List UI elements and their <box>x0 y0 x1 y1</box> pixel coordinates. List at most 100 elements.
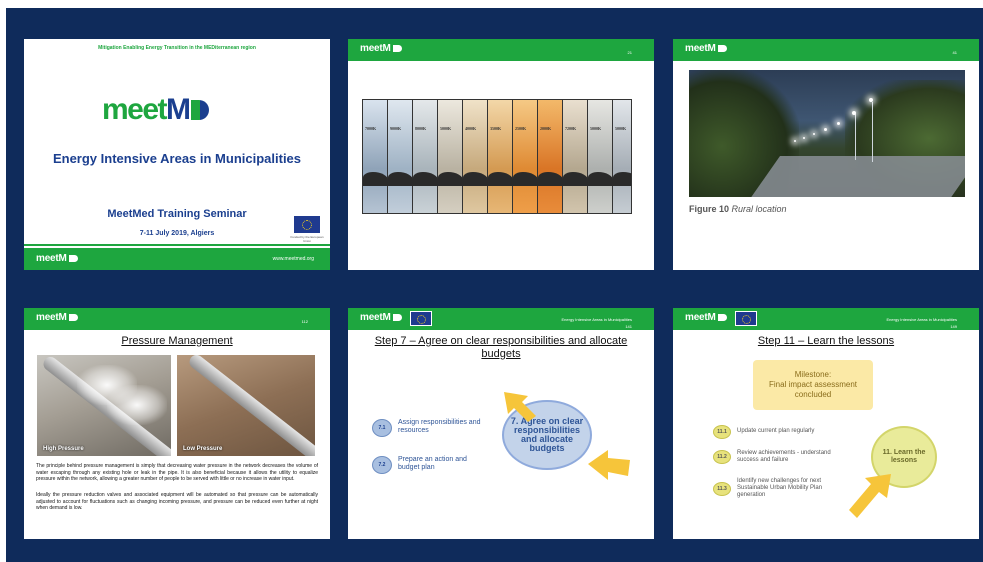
header-logo: meetM <box>360 312 402 323</box>
page-number: 141 <box>625 324 632 329</box>
step-text: Identify new challenges for next Sustain… <box>737 478 823 498</box>
logo-mark-icon <box>717 44 727 52</box>
step-number-badge: 7.2 <box>372 456 392 474</box>
slide1-footer-bar: meetM www.meetmed.org <box>24 248 330 270</box>
street-lamp-icon <box>869 98 873 102</box>
street-lamp-icon <box>852 111 856 115</box>
milestone-box: Milestone: Final impact assessment concl… <box>753 360 873 410</box>
slide-thumbnail-5[interactable]: meetM Energy Intensive Areas in Municipa… <box>348 308 654 539</box>
arrow-left-icon <box>588 450 630 480</box>
strip-label: 9000K <box>390 126 402 131</box>
eu-flag-icon <box>410 311 432 326</box>
temperature-strip: 7000K <box>363 100 388 213</box>
temperature-strip: 2500K <box>513 100 538 213</box>
step-text: Update current plan regularly <box>737 428 815 434</box>
temperature-strip: 7200K <box>563 100 588 213</box>
arrow-up-right-icon <box>849 474 891 518</box>
slide-thumbnail-1[interactable]: Mitigation Enabling Energy Transition in… <box>24 39 330 270</box>
figure-number: Figure 10 <box>689 204 730 214</box>
photo-label: High Pressure <box>43 446 84 452</box>
header-logo: meetM <box>360 43 402 54</box>
logo-mark-icon <box>68 254 78 262</box>
logo-mark-icon <box>717 313 727 321</box>
step-number-badge: 11.1 <box>713 425 731 439</box>
logo-text-b: M <box>166 93 191 126</box>
header-subtitle: Energy Intensive Areas in Municipalities <box>886 317 957 322</box>
high-pressure-photo: High Pressure <box>37 355 171 456</box>
street-lamp-icon <box>803 137 805 139</box>
temperature-strip: 9000K <box>388 100 413 213</box>
water-spray <box>107 385 167 425</box>
street-lamp-icon <box>824 128 827 131</box>
eu-caption: Funded by the European Union <box>290 235 324 243</box>
strip-label: 5000K <box>440 126 452 131</box>
step-text: Prepare an action and budget plan <box>398 456 467 471</box>
header-logo-text: meetM <box>360 312 391 323</box>
rural-road-photo <box>689 70 965 197</box>
page-number: 149 <box>950 324 957 329</box>
slide1-title: Energy Intensive Areas in Municipalities <box>52 151 302 166</box>
street-lamp-icon <box>794 140 796 142</box>
strip-label: 2500K <box>515 126 527 131</box>
figure-caption: Figure 10 Rural location <box>689 204 787 214</box>
slide-header-bar: meetM Energy Intensive Areas in Municipa… <box>348 308 654 330</box>
street-lamp-icon <box>813 133 815 135</box>
paragraph-2: Ideally the pressure reduction valves an… <box>36 492 318 512</box>
color-temperature-image: 7000K 9000K 8000K 5000K 4000K 3500K 2500… <box>362 99 632 214</box>
slide1-top-line: Mitigation Enabling Energy Transition in… <box>98 45 256 51</box>
step-number-badge: 11.2 <box>713 450 731 464</box>
page-number: 21 <box>627 50 632 55</box>
temperature-strip: 3500K <box>488 100 513 213</box>
logo-mark-icon <box>190 100 209 120</box>
step-text: Assign responsibilities and resources <box>398 419 481 434</box>
milestone-title: Milestone: <box>794 370 832 379</box>
header-logo-text: meetM <box>360 43 391 54</box>
header-logo: meetM <box>36 312 78 323</box>
step-text: Review achievements - understand success… <box>737 450 831 463</box>
logo-text-a: meet <box>102 93 168 126</box>
slide4-title: Pressure Management <box>121 335 233 347</box>
slide-header-bar: meetM Energy Intensive Areas in Municipa… <box>673 308 979 330</box>
strip-label: 4000K <box>465 126 477 131</box>
pipe-shape <box>186 355 315 456</box>
header-logo: meetM <box>685 312 727 323</box>
slide-thumbnail-4[interactable]: meetM 112 Pressure Management High Press… <box>24 308 330 539</box>
slide-thumbnail-3[interactable]: meetM 41 Figure 10 Rural location <box>673 39 979 270</box>
strip-label: 7200K <box>565 126 577 131</box>
header-logo-text: meetM <box>685 312 716 323</box>
meetmed-logo: meetM <box>102 93 209 127</box>
slide-header-bar: meetM 112 <box>24 308 330 330</box>
strip-label: 8000K <box>415 126 427 131</box>
low-pressure-photo: Low Pressure <box>177 355 315 456</box>
eu-flag-icon <box>294 216 320 233</box>
header-subtitle: Energy Intensive Areas in Municipalities <box>561 317 632 322</box>
paragraph-1: The principle behind pressure management… <box>36 463 318 483</box>
slide-header-bar: meetM 41 <box>673 39 979 61</box>
eu-flag-icon <box>735 311 757 326</box>
logo-mark-icon <box>392 313 402 321</box>
temperature-strip: 5000K <box>438 100 463 213</box>
street-lamp-icon <box>837 122 840 125</box>
logo-mark-icon <box>392 44 402 52</box>
step-number-badge: 7.1 <box>372 419 392 437</box>
strip-label: 3500K <box>490 126 502 131</box>
strip-label: 5000K <box>590 126 602 131</box>
slide-thumbnail-2[interactable]: meetM 21 7000K 9000K 8000K 5000K 4000K 3… <box>348 39 654 270</box>
slide-thumbnail-6[interactable]: meetM Energy Intensive Areas in Municipa… <box>673 308 979 539</box>
strip-label: 7000K <box>365 126 377 131</box>
photo-label: Low Pressure <box>183 446 223 452</box>
arrow-up-left-icon <box>504 392 536 422</box>
header-logo-text: meetM <box>685 43 716 54</box>
lamp-pole <box>872 102 873 162</box>
footer-logo: meetM <box>36 253 78 264</box>
footer-divider <box>24 244 330 246</box>
logo-mark-icon <box>68 313 78 321</box>
page-number: 112 <box>301 319 308 324</box>
strip-label: 2000K <box>540 126 552 131</box>
slide6-title: Step 11 – Learn the lessons <box>757 335 895 347</box>
header-logo-text: meetM <box>36 312 67 323</box>
lamp-pole <box>855 114 856 160</box>
header-logo: meetM <box>685 43 727 54</box>
footer-logo-text: meetM <box>36 253 67 264</box>
slide-header-bar: meetM 21 <box>348 39 654 61</box>
